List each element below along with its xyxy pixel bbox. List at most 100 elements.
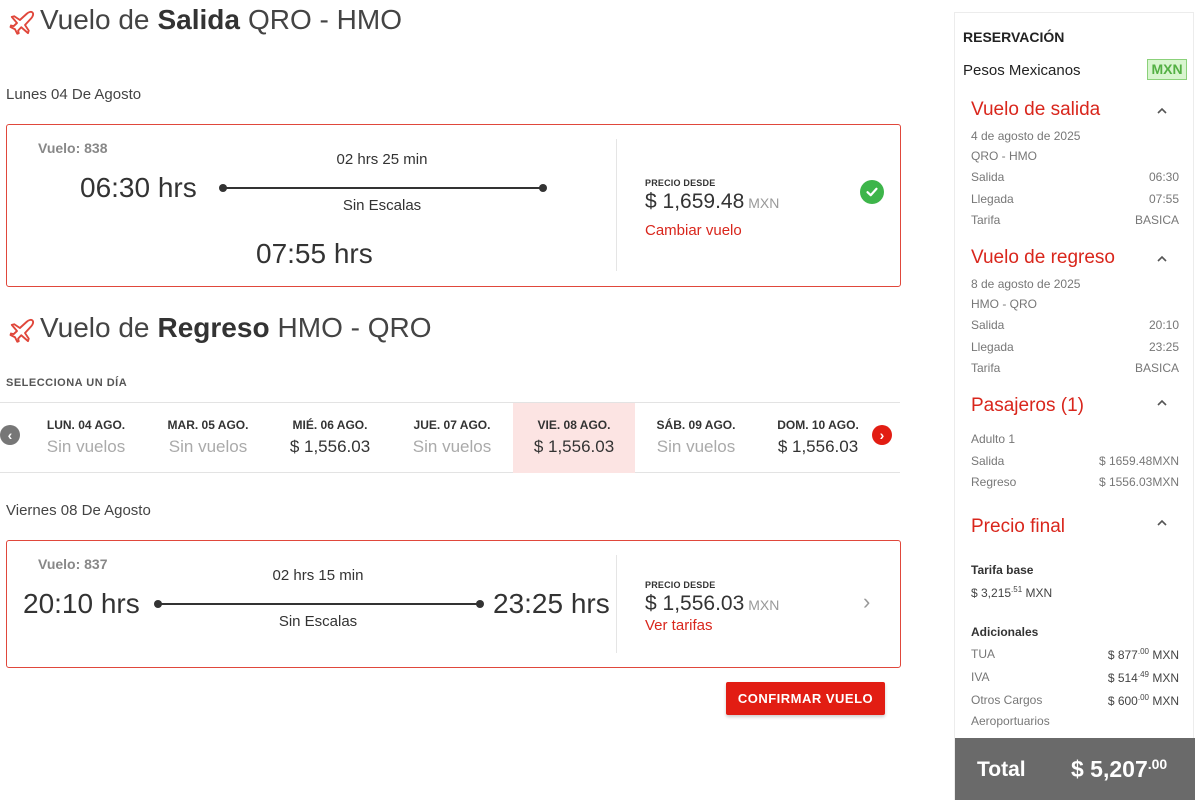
row-label: Llegada: [971, 192, 1014, 206]
price-label: PRECIO DESDE: [645, 580, 716, 590]
outbound-title: Vuelo de Salida QRO - HMO: [8, 4, 402, 36]
origin-dot: [154, 600, 162, 608]
passengers-heading[interactable]: Pasajeros (1): [971, 395, 1084, 417]
extra-row-label-cont: Aeroportuarios: [971, 714, 1050, 728]
depart-time: 06:30 hrs: [80, 172, 197, 203]
arrive-time: 23:25 hrs: [493, 588, 610, 619]
base-fare-value: $ 3,215.51 MXN: [971, 585, 1052, 600]
stops: Sin Escalas: [342, 197, 422, 214]
amount-dec: .00: [1137, 647, 1149, 656]
day-option[interactable]: LUN. 04 AGO. Sin vuelos: [25, 403, 147, 473]
outbound-summary-date: 4 de agosto de 2025: [971, 129, 1081, 143]
row-value: 23:25: [1148, 340, 1179, 354]
day-price: $ 1,556.03: [533, 437, 615, 456]
price: $ 1,556.03 MXN: [645, 592, 779, 616]
change-flight-link[interactable]: Cambiar vuelo: [645, 222, 742, 239]
amount-cur: MXN: [1025, 586, 1053, 600]
amount-int: $ 5,207: [1071, 756, 1148, 782]
summary-row: Llegada 07:55: [971, 192, 1179, 206]
view-fares-link[interactable]: Ver tarifas: [645, 617, 713, 634]
day-option[interactable]: DOM. 10 AGO. $ 1,556.03: [757, 403, 879, 473]
amount-int: $ 600: [1107, 694, 1138, 708]
summary-row: Regreso $ 1556.03MXN: [971, 475, 1179, 489]
day-price: Sin vuelos: [412, 437, 492, 456]
day-selector: ‹ LUN. 04 AGO. Sin vuelos MAR. 05 AGO. S…: [0, 402, 900, 473]
flight-selection: Vuelo de Salida QRO - HMO Lunes 04 De Agos…: [0, 0, 940, 800]
confirm-flight-button[interactable]: CONFIRMAR VUELO: [726, 682, 885, 715]
row-label: Tarifa: [971, 213, 1001, 227]
next-days-button[interactable]: ›: [872, 425, 892, 445]
day-option[interactable]: MAR. 05 AGO. Sin vuelos: [147, 403, 269, 473]
route-label: HMO - QRO: [277, 312, 432, 343]
extra-row: TUA $ 877.00 MXN: [971, 647, 1179, 662]
summary-row: Llegada 23:25: [971, 340, 1179, 354]
day-price: Sin vuelos: [168, 437, 248, 456]
return-flight-card[interactable]: Vuelo: 837 20:10 hrs 02 hrs 15 min Sin E…: [6, 540, 901, 668]
outbound-summary-heading[interactable]: Vuelo de salida: [971, 99, 1100, 121]
row-label: Tarifa: [971, 361, 1001, 375]
summary-row: Salida 06:30: [971, 170, 1179, 184]
amount-int: $ 514: [1107, 671, 1138, 685]
currency-badge[interactable]: MXN: [1147, 59, 1187, 80]
day-name: JUE. 07 AGO.: [413, 418, 491, 432]
day-option-selected[interactable]: VIE. 08 AGO. $ 1,556.03: [513, 403, 635, 473]
passenger-type: Adulto 1: [971, 432, 1016, 446]
extras-label: Adicionales: [971, 625, 1039, 639]
final-price-heading[interactable]: Precio final: [971, 516, 1065, 538]
price-label: PRECIO DESDE: [645, 178, 716, 188]
chevron-right-icon[interactable]: ›: [863, 589, 870, 615]
destination-dot: [539, 184, 547, 192]
day-name: DOM. 10 AGO.: [777, 418, 859, 432]
day-price: $ 1,556.03: [289, 437, 371, 456]
flight-number: Vuelo: 837: [38, 556, 108, 572]
day-name: MAR. 05 AGO.: [167, 418, 249, 432]
plane-icon: [9, 318, 35, 343]
amount-int: $ 877: [1107, 648, 1138, 662]
row-label: Otros Cargos: [971, 693, 1043, 707]
title-bold: Regreso: [157, 312, 270, 343]
return-summary-date: 8 de agosto de 2025: [971, 277, 1081, 291]
summary-row: Tarifa BASICA: [971, 213, 1179, 227]
select-day-label: SELECCIONA UN DÍA: [6, 377, 128, 389]
day-name: SÁB. 09 AGO.: [656, 418, 736, 432]
amount-dec: .49: [1137, 670, 1149, 679]
route-line: [219, 184, 547, 192]
day-option[interactable]: MIÉ. 06 AGO. $ 1,556.03: [269, 403, 391, 473]
row-label: Salida: [971, 318, 1005, 332]
extra-row: IVA $ 514.49 MXN: [971, 670, 1179, 685]
day-option[interactable]: JUE. 07 AGO. Sin vuelos: [391, 403, 513, 473]
flight-number: Vuelo: 838: [38, 140, 108, 156]
stops: Sin Escalas: [278, 613, 358, 630]
outbound-flight-card[interactable]: Vuelo: 838 06:30 hrs 02 hrs 25 min Sin E…: [6, 124, 901, 287]
extra-row: Otros Cargos $ 600.00 MXN: [971, 693, 1179, 708]
row-value: 20:10: [1148, 318, 1179, 332]
day-price: $ 1,556.03: [777, 437, 859, 456]
row-label: Salida: [971, 170, 1005, 184]
day-name: LUN. 04 AGO.: [46, 418, 126, 432]
return-summary-route: HMO - QRO: [971, 297, 1037, 311]
chevron-up-icon[interactable]: [1155, 252, 1169, 266]
amount-cur: MXN: [1152, 694, 1179, 708]
row-value: 07:55: [1148, 192, 1179, 206]
price: $ 1,659.48 MXN: [645, 190, 779, 214]
return-title: Vuelo de Regreso HMO - QRO: [8, 312, 432, 344]
row-value: $ 1659.48MXN: [1098, 454, 1179, 468]
plane-icon: [9, 10, 35, 35]
day-option[interactable]: SÁB. 09 AGO. Sin vuelos: [635, 403, 757, 473]
currency-name: Pesos Mexicanos: [963, 62, 1081, 79]
row-value: $ 877.00 MXN: [1108, 647, 1179, 662]
chevron-up-icon[interactable]: [1155, 396, 1169, 410]
prev-days-button[interactable]: ‹: [0, 425, 20, 445]
route-line: [154, 600, 484, 608]
chevron-up-icon[interactable]: [1155, 104, 1169, 118]
check-icon: [860, 180, 884, 204]
price-currency: MXN: [748, 195, 780, 211]
card-divider: [616, 555, 617, 653]
total-label: Total: [977, 758, 1026, 781]
return-summary-heading[interactable]: Vuelo de regreso: [971, 247, 1115, 269]
chevron-up-icon[interactable]: [1155, 516, 1169, 530]
summary-row: Tarifa BASICA: [971, 361, 1179, 375]
row-value: $ 1556.03MXN: [1098, 475, 1179, 489]
destination-dot: [476, 600, 484, 608]
depart-time: 20:10 hrs: [23, 588, 140, 619]
